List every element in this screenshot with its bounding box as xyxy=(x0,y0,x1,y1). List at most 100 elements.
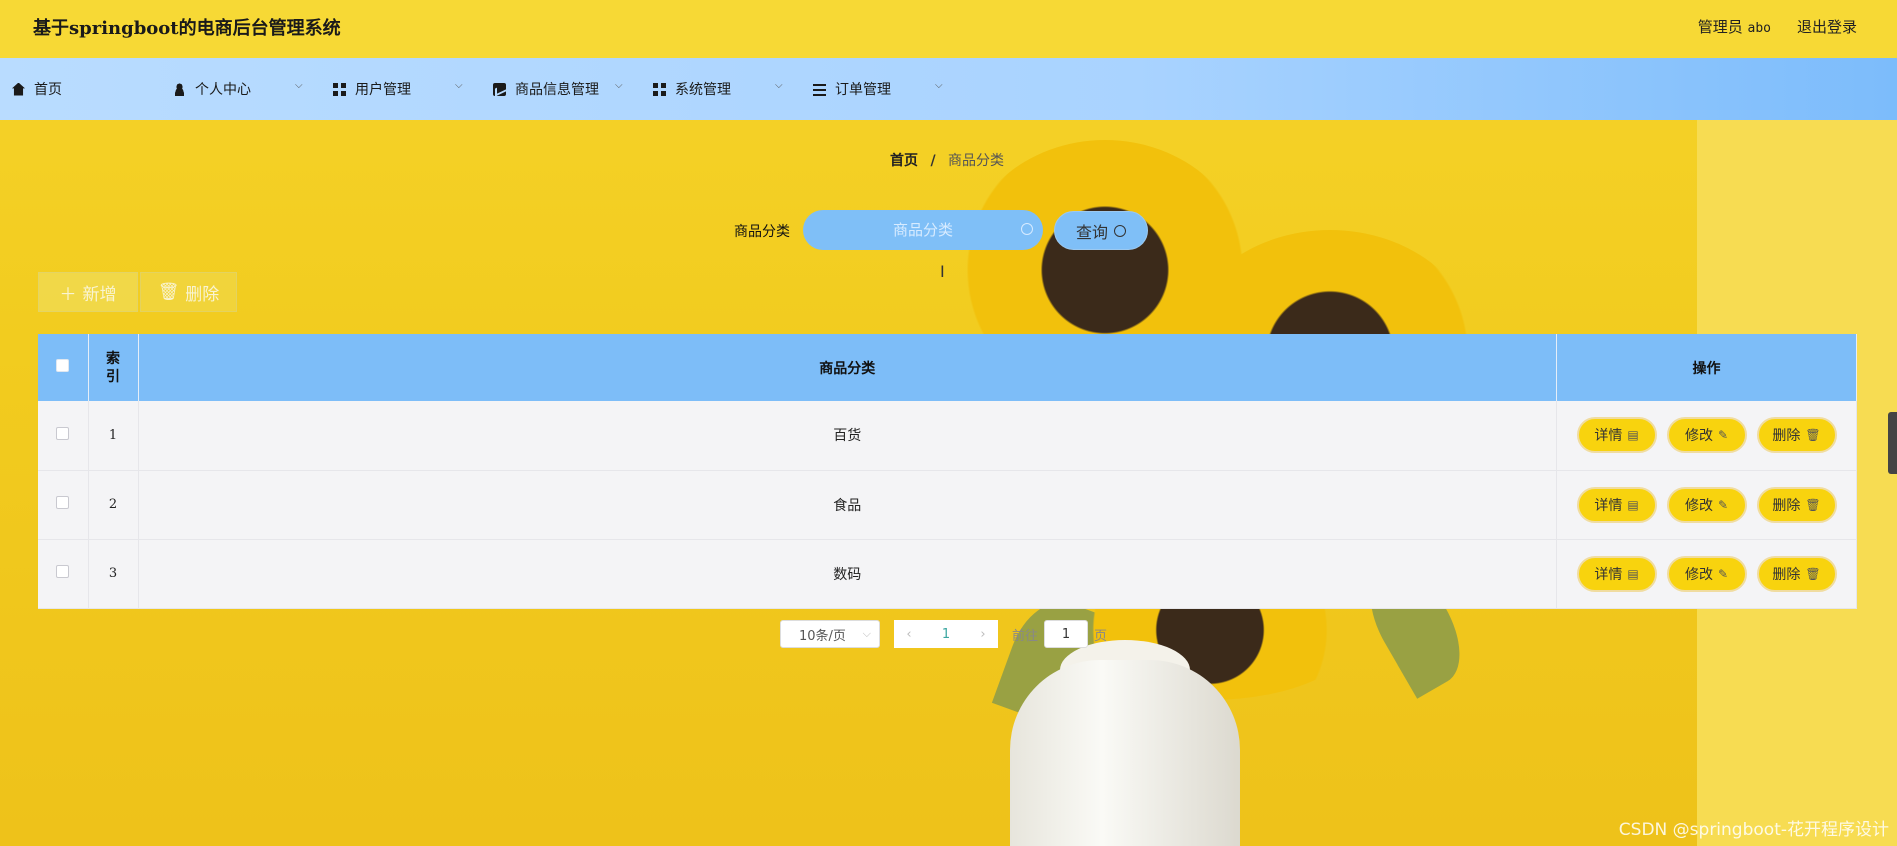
add-button[interactable]: ＋ 新增 xyxy=(38,272,138,312)
edit-button[interactable]: 修改 ✎ xyxy=(1666,486,1747,523)
grid-icon xyxy=(653,82,666,96)
main-content: 首页 / 商品分类 商品分类 查询 I ＋ 新增 🗑 删除 索引 商品分类 xyxy=(0,120,1897,846)
goto-page-input[interactable] xyxy=(1044,620,1089,648)
text-cursor-icon: I xyxy=(940,262,945,281)
chevron-down-icon: ⌵ xyxy=(295,80,303,91)
chevron-down-icon: ⌵ xyxy=(455,80,463,91)
column-header-actions: 操作 xyxy=(1556,334,1857,401)
add-button-label: 新增 xyxy=(82,284,117,305)
username: abo xyxy=(1747,21,1771,36)
detail-button[interactable]: 详情 ▤ xyxy=(1576,417,1657,454)
category-table: 索引 商品分类 操作 1 百货 详情 ▤ 修改 ✎ 删除 🗑 2 食品 详情 ▤… xyxy=(38,334,1857,609)
logout-link[interactable]: 退出登录 xyxy=(1797,16,1857,37)
pencil-icon: ✎ xyxy=(1717,497,1729,512)
goto-page: 前往 页 xyxy=(1012,620,1107,648)
page-size-value: 10条/页 xyxy=(799,628,846,644)
top-header: 基于springboot的电商后台管理系统 管理员 abo 退出登录 xyxy=(0,0,1897,58)
trash-icon: 🗑 xyxy=(157,282,180,302)
pencil-icon: ✎ xyxy=(1717,428,1729,443)
detail-button-label: 详情 xyxy=(1594,428,1623,445)
query-button-label: 查询 xyxy=(1075,222,1108,242)
row-checkbox[interactable] xyxy=(56,496,70,509)
table-row: 1 百货 详情 ▤ 修改 ✎ 删除 🗑 xyxy=(38,401,1857,470)
row-select-cell xyxy=(38,470,89,539)
pencil-icon: ✎ xyxy=(1717,566,1729,581)
document-icon: ▤ xyxy=(1627,428,1639,443)
document-icon: ▤ xyxy=(1627,497,1639,512)
document-icon: ▤ xyxy=(1627,566,1639,581)
row-checkbox[interactable] xyxy=(56,565,70,578)
nav-item-label: 系统管理 xyxy=(675,82,731,98)
nav-item-label: 用户管理 xyxy=(355,82,411,98)
nav-item-home[interactable]: 首页 xyxy=(12,58,62,120)
edit-button[interactable]: 修改 ✎ xyxy=(1666,555,1747,592)
detail-button-label: 详情 xyxy=(1594,497,1623,514)
delete-button[interactable]: 删除 🗑 xyxy=(1756,486,1837,523)
breadcrumb-current: 商品分类 xyxy=(948,153,1005,169)
search-icon xyxy=(1114,224,1126,237)
query-button[interactable]: 查询 xyxy=(1054,211,1148,250)
site-title: 基于springboot的电商后台管理系统 xyxy=(33,18,341,39)
edit-button[interactable]: 修改 ✎ xyxy=(1666,417,1747,454)
chevron-down-icon: ⌵ xyxy=(935,80,943,91)
row-checkbox[interactable] xyxy=(56,426,70,440)
row-category: 数码 xyxy=(138,539,1557,608)
edit-button-label: 修改 xyxy=(1684,497,1713,514)
table-row: 2 食品 详情 ▤ 修改 ✎ 删除 🗑 xyxy=(38,470,1857,539)
nav-item-personal-center[interactable]: 个人中心 ⌵ xyxy=(173,58,308,120)
goto-suffix: 页 xyxy=(1094,628,1108,644)
trash-icon: 🗑 xyxy=(1805,566,1821,581)
row-category: 百货 xyxy=(138,401,1557,470)
nav-item-order-management[interactable]: 订单管理 ⌵ xyxy=(813,58,948,120)
table-header-row: 索引 商品分类 操作 xyxy=(38,334,1857,401)
detail-button[interactable]: 详情 ▤ xyxy=(1576,486,1657,523)
row-index: 1 xyxy=(88,401,139,470)
breadcrumb-home[interactable]: 首页 xyxy=(890,153,918,169)
nav-item-label: 订单管理 xyxy=(835,82,891,98)
delete-button[interactable]: 删除 🗑 xyxy=(1756,417,1837,454)
search-label: 商品分类 xyxy=(734,224,790,240)
nav-item-user-management[interactable]: 用户管理 ⌵ xyxy=(333,58,468,120)
search-box xyxy=(803,210,1043,250)
row-actions: 详情 ▤ 修改 ✎ 删除 🗑 xyxy=(1556,470,1857,539)
select-all-checkbox[interactable] xyxy=(56,359,70,372)
row-index: 3 xyxy=(88,539,139,608)
nav-item-system-management[interactable]: 系统管理 ⌵ xyxy=(653,58,788,120)
trash-icon: 🗑 xyxy=(1805,428,1821,443)
home-icon xyxy=(12,82,25,96)
user-info: 管理员 abo xyxy=(1698,16,1771,37)
prev-page-button[interactable]: ‹ xyxy=(894,620,924,648)
chart-icon xyxy=(493,82,506,96)
page-number-current[interactable]: 1 xyxy=(924,620,968,648)
scrollbar-handle[interactable] xyxy=(1888,412,1897,474)
next-page-button[interactable]: › xyxy=(968,620,998,648)
delete-button[interactable]: 删除 🗑 xyxy=(1756,555,1837,592)
table-row: 3 数码 详情 ▤ 修改 ✎ 删除 🗑 xyxy=(38,539,1857,608)
delete-button-label: 删除 xyxy=(1772,428,1801,445)
watermark: CSDN @springboot-花开程序设计 xyxy=(1618,820,1889,840)
list-icon xyxy=(813,82,826,96)
nav-item-product-management[interactable]: 商品信息管理 ⌵ xyxy=(493,58,628,120)
batch-delete-button[interactable]: 🗑 删除 xyxy=(140,272,237,312)
row-index: 2 xyxy=(88,470,139,539)
page-size-select[interactable]: 10条/页 ⌵ xyxy=(780,620,880,648)
chevron-down-icon: ⌵ xyxy=(862,627,871,640)
pagination: 10条/页 ⌵ ‹ 1 › 前往 页 xyxy=(780,620,1107,648)
edit-button-label: 修改 xyxy=(1684,428,1713,445)
user-area: 管理员 abo 退出登录 xyxy=(1698,16,1857,37)
column-header-category: 商品分类 xyxy=(138,334,1557,401)
goto-prefix: 前往 xyxy=(1012,628,1039,644)
nav-item-label: 商品信息管理 xyxy=(515,82,599,98)
edit-button-label: 修改 xyxy=(1684,566,1713,583)
detail-button[interactable]: 详情 ▤ xyxy=(1576,555,1657,592)
delete-button-label: 删除 xyxy=(1772,497,1801,514)
delete-button-label: 删除 xyxy=(1772,566,1801,583)
search-input[interactable] xyxy=(803,210,1043,250)
chevron-down-icon: ⌵ xyxy=(775,80,783,91)
chevron-down-icon: ⌵ xyxy=(615,80,623,91)
detail-button-label: 详情 xyxy=(1594,566,1623,583)
user-role-label: 管理员 xyxy=(1697,18,1743,36)
user-icon xyxy=(173,82,186,96)
trash-icon: 🗑 xyxy=(1805,497,1821,512)
nav-item-label: 首页 xyxy=(34,82,62,98)
